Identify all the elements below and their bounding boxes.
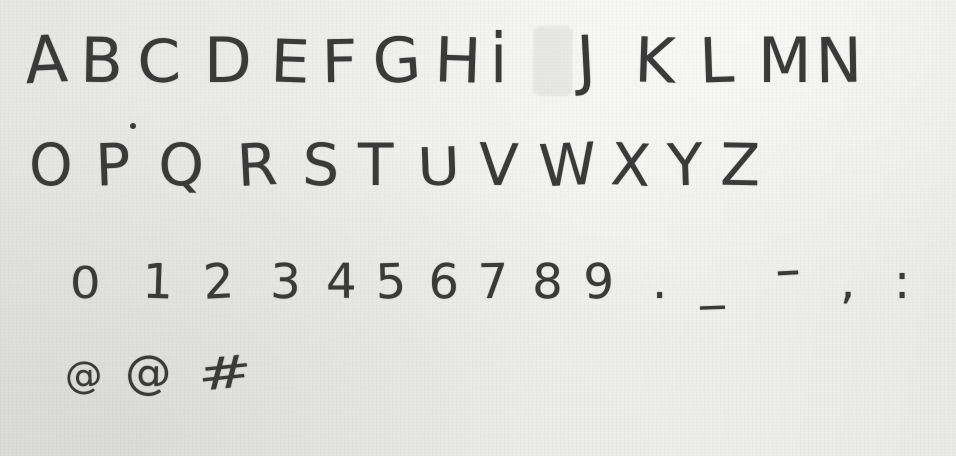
letter-b: B	[79, 23, 124, 98]
digit-6: 6	[427, 253, 461, 311]
stray-dot	[130, 123, 136, 129]
letter-z: Z	[719, 130, 761, 200]
digit-1: 1	[141, 253, 175, 311]
digit-5: 5	[374, 253, 408, 311]
letter-x: X	[609, 130, 653, 201]
letter-e: E	[269, 26, 312, 97]
period-mark: .	[652, 254, 668, 310]
digit-7: 7	[477, 253, 509, 311]
letter-s: S	[301, 130, 341, 200]
letter-o: O	[29, 131, 73, 199]
digit-3: 3	[269, 253, 302, 311]
letter-v: V	[477, 130, 520, 200]
letter-c: C	[136, 26, 182, 97]
letter-u: U	[416, 135, 461, 199]
colon-mark: :	[894, 254, 911, 310]
comma-mark: ,	[840, 254, 856, 310]
letter-g: G	[370, 22, 424, 99]
at-sign-large: @	[124, 345, 172, 400]
letter-k: K	[633, 23, 677, 98]
letter-i: i	[490, 18, 508, 99]
letter-p: P	[94, 130, 132, 200]
letter-y: Y	[666, 130, 705, 200]
letter-d: D	[204, 24, 252, 97]
hyphen-mark: -	[772, 241, 804, 299]
letter-m: M	[758, 24, 812, 97]
hash-sign: #	[194, 345, 256, 402]
at-sign-small: @	[64, 353, 104, 398]
digit-0: 0	[70, 258, 101, 309]
letter-l: L	[698, 23, 736, 98]
letter-j: J	[574, 20, 598, 99]
digit-2: 2	[201, 253, 236, 311]
paper-sheet: A B C D E F G H i J K L M N O P Q R S T …	[0, 0, 956, 456]
digit-4: 4	[326, 254, 357, 310]
letter-h: H	[433, 23, 483, 98]
letter-n: N	[815, 23, 863, 98]
underscore-mark: _	[698, 253, 725, 311]
eraser-smudge	[534, 26, 572, 96]
digit-8: 8	[531, 253, 564, 311]
letter-w: W	[537, 129, 599, 201]
letter-q: Q	[157, 130, 205, 200]
letter-f: F	[321, 26, 358, 97]
letter-t: T	[358, 131, 394, 199]
letter-a: A	[22, 20, 70, 99]
letter-r: R	[235, 130, 280, 201]
digit-9: 9	[582, 253, 616, 311]
